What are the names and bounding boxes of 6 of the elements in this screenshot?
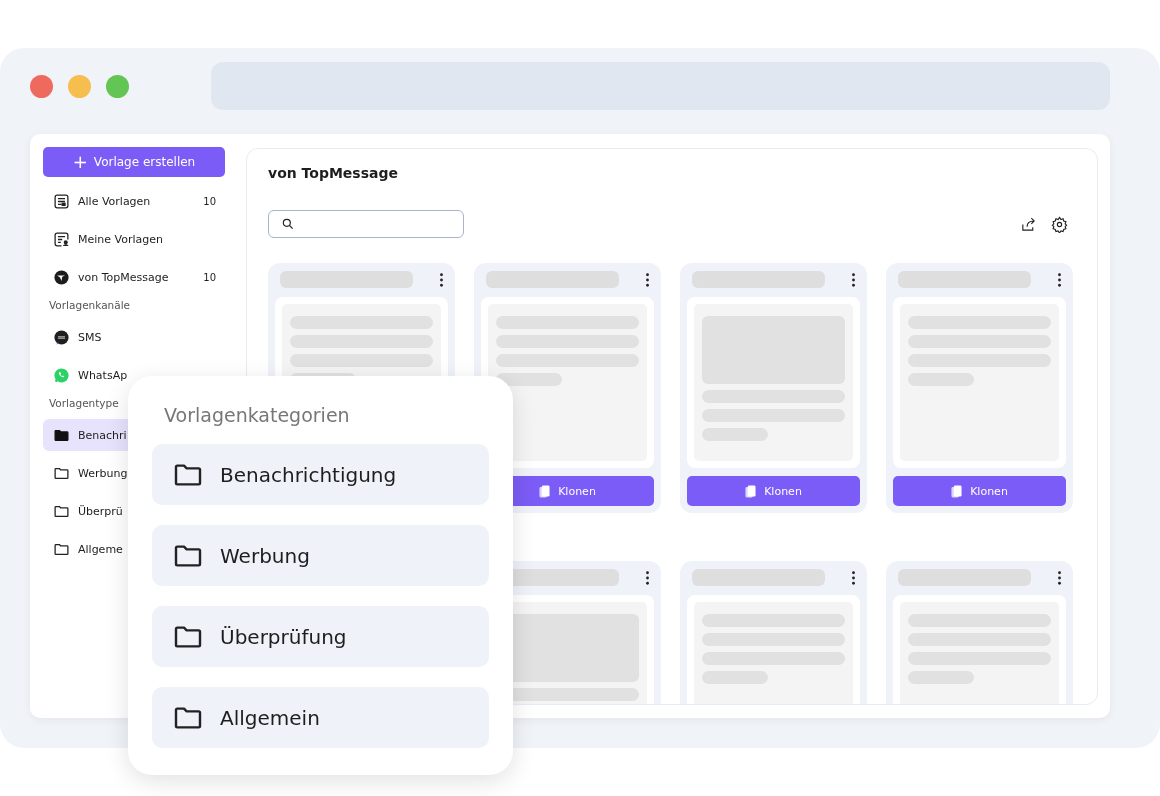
item-count: 10 bbox=[203, 271, 216, 283]
section-heading: Vorlagenkanäle bbox=[49, 299, 132, 311]
section-heading: Vorlagentype bbox=[49, 397, 120, 409]
popup-title: Vorlagenkategorien bbox=[164, 404, 351, 426]
item-count: 10 bbox=[203, 195, 216, 207]
page-title: von TopMessage bbox=[268, 165, 399, 181]
